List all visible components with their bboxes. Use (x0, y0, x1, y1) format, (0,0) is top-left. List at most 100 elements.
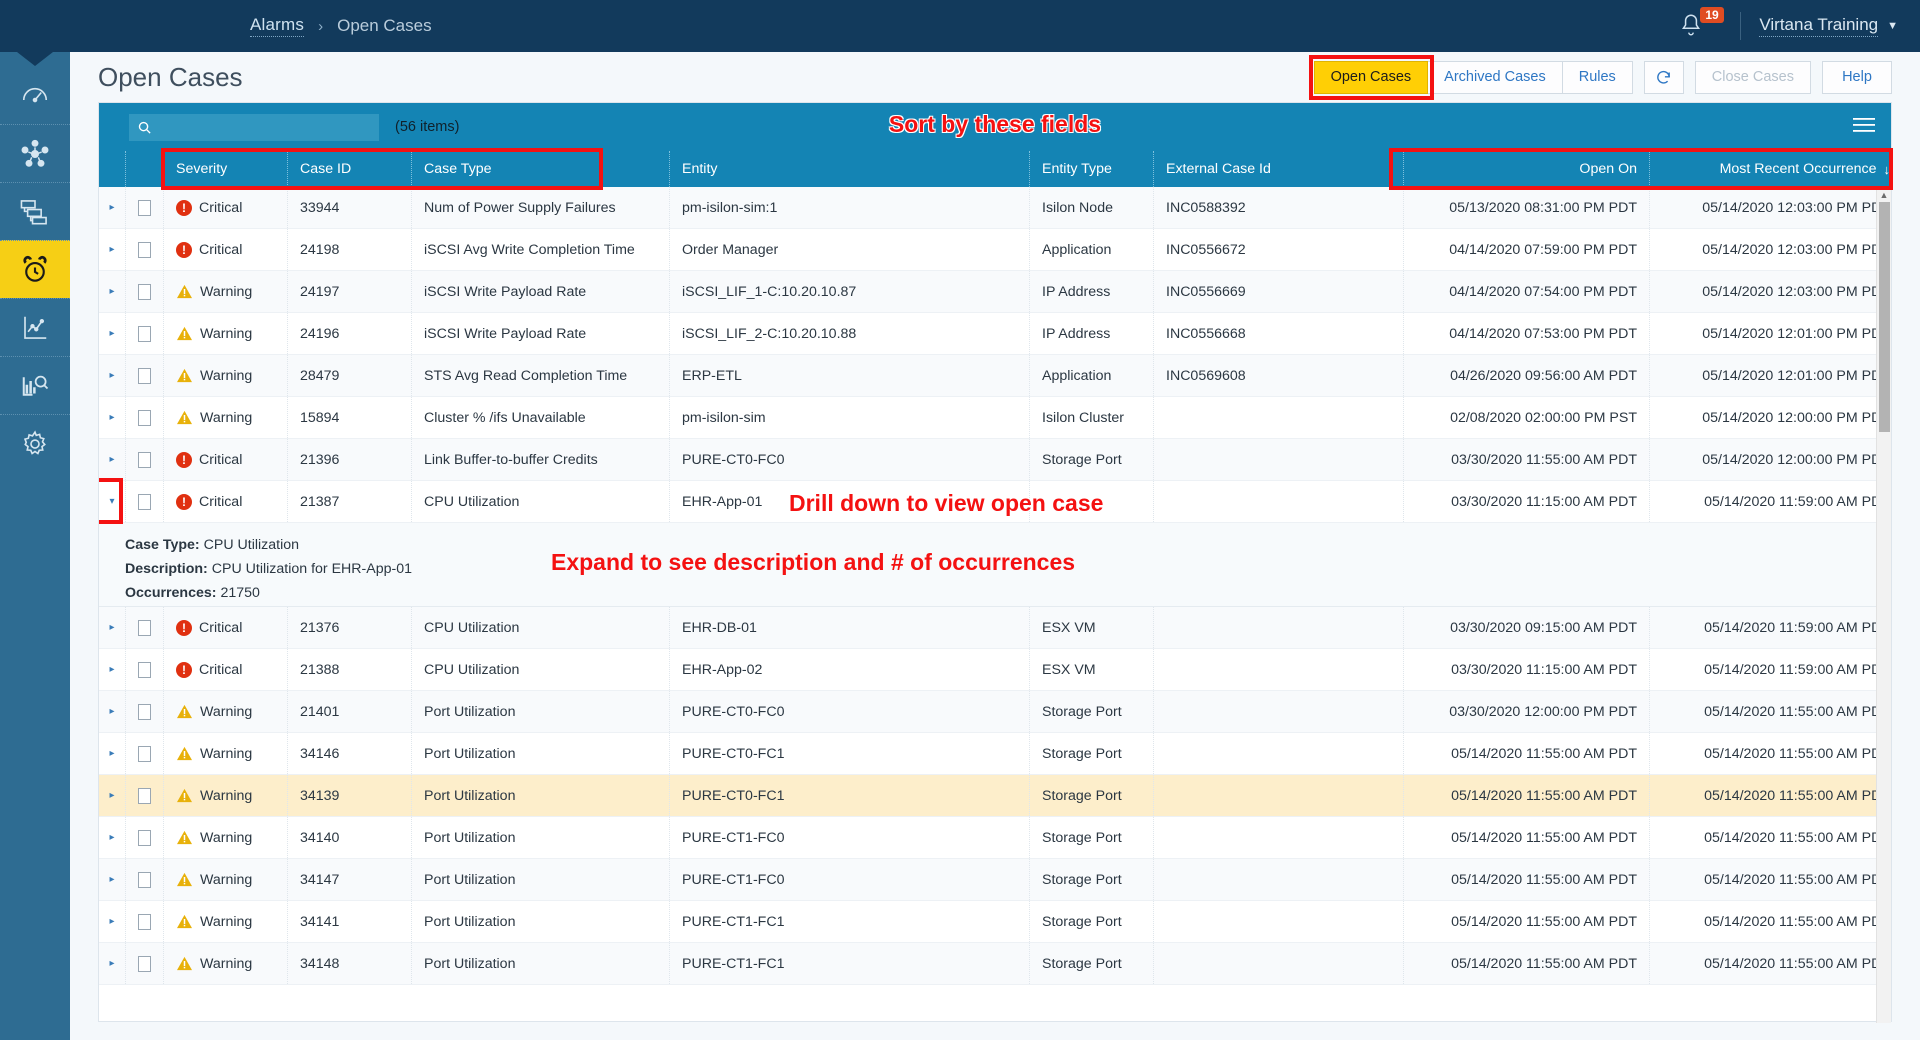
row-expand-toggle[interactable]: ▸ (99, 397, 125, 438)
table-row[interactable]: ▸ ! Critical 33944 Num of Power Supply F… (99, 187, 1891, 229)
scroll-up-arrow-icon[interactable]: ▲ (1877, 187, 1891, 202)
chevron-down-icon[interactable]: ▼ (1887, 20, 1898, 32)
row-expand-toggle[interactable]: ▸ (99, 355, 125, 396)
row-checkbox[interactable] (138, 913, 151, 930)
table-row[interactable]: ▸ Warning 34148 Port Utilization PURE-CT… (99, 943, 1891, 985)
sidebar-item-dashboard[interactable] (0, 66, 70, 124)
row-expand-toggle[interactable]: ▸ (99, 691, 125, 732)
tab-rules[interactable]: Rules (1561, 60, 1633, 94)
row-checkbox[interactable] (138, 619, 151, 636)
tab-archived-cases[interactable]: Archived Cases (1427, 60, 1563, 94)
row-expand-toggle[interactable]: ▸ (99, 943, 125, 984)
table-scrollbar[interactable]: ▲ (1876, 187, 1891, 1023)
row-checkbox[interactable] (138, 199, 151, 216)
sidebar-item-settings[interactable] (0, 414, 70, 472)
th-entity-type[interactable]: Entity Type (1029, 151, 1153, 187)
row-checkbox-cell[interactable] (125, 271, 163, 312)
user-menu-label[interactable]: Virtana Training (1759, 15, 1879, 37)
row-checkbox-cell[interactable] (125, 397, 163, 438)
row-expand-toggle[interactable]: ▸ (99, 775, 125, 816)
sidebar-item-trends[interactable] (0, 298, 70, 356)
th-open-on[interactable]: Open On (1403, 151, 1649, 187)
row-expand-toggle[interactable]: ▸ (99, 271, 125, 312)
row-checkbox[interactable] (138, 745, 151, 762)
sidebar-item-alarms[interactable] (0, 240, 70, 298)
table-row[interactable]: ▸ ! Critical 21388 CPU Utilization EHR-A… (99, 649, 1891, 691)
row-expand-toggle[interactable]: ▸ (99, 901, 125, 942)
table-row-expanded[interactable]: ▾ ! Critical 21387 CPU Utilization EHR-A… (99, 478, 1891, 524)
table-row[interactable]: ▸ ! Critical 21376 CPU Utilization EHR-D… (99, 607, 1891, 649)
row-expand-toggle[interactable]: ▸ (99, 817, 125, 858)
row-checkbox[interactable] (138, 451, 151, 468)
th-entity[interactable]: Entity (669, 151, 1029, 187)
table-row[interactable]: ▸ Warning 28479 STS Avg Read Completion … (99, 355, 1891, 397)
search-input[interactable] (158, 119, 371, 135)
row-checkbox[interactable] (138, 787, 151, 804)
th-severity[interactable]: Severity (163, 151, 287, 187)
sidebar-item-analytics[interactable] (0, 356, 70, 414)
row-checkbox[interactable] (138, 829, 151, 846)
th-most-recent-occurrence[interactable]: Most Recent Occurrence ↓ (1649, 151, 1902, 187)
row-checkbox-cell[interactable] (125, 355, 163, 396)
table-row[interactable]: ▸ Warning 15894 Cluster % /ifs Unavailab… (99, 397, 1891, 439)
row-checkbox-cell[interactable] (125, 943, 163, 984)
table-row[interactable]: ▸ Warning 34140 Port Utilization PURE-CT… (99, 817, 1891, 859)
row-checkbox[interactable] (138, 367, 151, 384)
th-external-case-id[interactable]: External Case Id (1153, 151, 1403, 187)
row-checkbox-cell[interactable] (125, 817, 163, 858)
th-case-id[interactable]: Case ID (287, 151, 411, 187)
row-checkbox[interactable] (138, 241, 151, 258)
row-checkbox-cell[interactable] (125, 859, 163, 900)
table-row[interactable]: ▸ ! Critical 21396 Link Buffer-to-buffer… (99, 439, 1891, 481)
row-checkbox-cell[interactable] (125, 607, 163, 648)
row-checkbox[interactable] (138, 325, 151, 342)
row-checkbox[interactable] (138, 703, 151, 720)
row-checkbox-cell[interactable] (125, 313, 163, 354)
close-cases-button[interactable]: Close Cases (1694, 60, 1811, 94)
row-expand-toggle[interactable]: ▸ (99, 859, 125, 900)
row-checkbox-cell[interactable] (125, 901, 163, 942)
row-checkbox[interactable] (138, 871, 151, 888)
table-row[interactable]: ▸ ! Critical 24198 iSCSI Avg Write Compl… (99, 229, 1891, 271)
row-checkbox[interactable] (138, 409, 151, 426)
notifications-button[interactable]: 19 (1678, 6, 1724, 46)
row-expand-toggle[interactable]: ▸ (99, 649, 125, 690)
row-expand-toggle[interactable]: ▸ (99, 187, 125, 228)
row-checkbox[interactable] (138, 661, 151, 678)
search-box[interactable] (129, 113, 379, 141)
table-row[interactable]: ▸ Warning 24196 iSCSI Write Payload Rate… (99, 313, 1891, 355)
table-row[interactable]: ▸ Warning 34147 Port Utilization PURE-CT… (99, 859, 1891, 901)
row-checkbox-cell[interactable] (125, 187, 163, 228)
row-checkbox[interactable] (138, 955, 151, 972)
breadcrumb-alarms[interactable]: Alarms (250, 15, 305, 37)
table-row[interactable]: ▸ Warning 34146 Port Utilization PURE-CT… (99, 733, 1891, 775)
refresh-button[interactable] (1643, 60, 1684, 94)
table-row[interactable]: ▸ Warning 34141 Port Utilization PURE-CT… (99, 901, 1891, 943)
row-expand-toggle[interactable]: ▸ (99, 229, 125, 270)
table-row[interactable]: ▸ Warning 21401 Port Utilization PURE-CT… (99, 691, 1891, 733)
row-expand-toggle[interactable]: ▸ (99, 313, 125, 354)
row-checkbox-cell[interactable] (125, 775, 163, 816)
row-expand-toggle[interactable]: ▸ (99, 733, 125, 774)
panel-menu-button[interactable] (1853, 117, 1875, 138)
scrollbar-thumb[interactable] (1879, 202, 1890, 432)
row-checkbox-cell[interactable] (125, 481, 163, 522)
table-row[interactable]: ▸ Warning 24197 iSCSI Write Payload Rate… (99, 271, 1891, 313)
row-checkbox-cell[interactable] (125, 691, 163, 732)
tab-open-cases[interactable]: Open Cases (1313, 60, 1429, 94)
row-checkbox-cell[interactable] (125, 649, 163, 690)
th-select-all[interactable] (125, 151, 163, 187)
row-expand-toggle[interactable]: ▸ (99, 439, 125, 480)
row-checkbox-cell[interactable] (125, 733, 163, 774)
th-case-type[interactable]: Case Type (411, 151, 669, 187)
row-checkbox-cell[interactable] (125, 229, 163, 270)
row-expand-toggle[interactable]: ▸ (99, 607, 125, 648)
row-expand-toggle[interactable]: ▾ (99, 481, 125, 522)
sidebar-item-topology[interactable] (0, 124, 70, 182)
row-checkbox-cell[interactable] (125, 439, 163, 480)
table-row-highlighted[interactable]: ▸ Warning 34139 Port Utilization PURE-CT… (99, 775, 1891, 817)
row-checkbox[interactable] (138, 493, 151, 510)
help-button[interactable]: Help (1822, 60, 1892, 94)
row-checkbox[interactable] (138, 283, 151, 300)
sidebar-item-infrastructure[interactable] (0, 182, 70, 240)
